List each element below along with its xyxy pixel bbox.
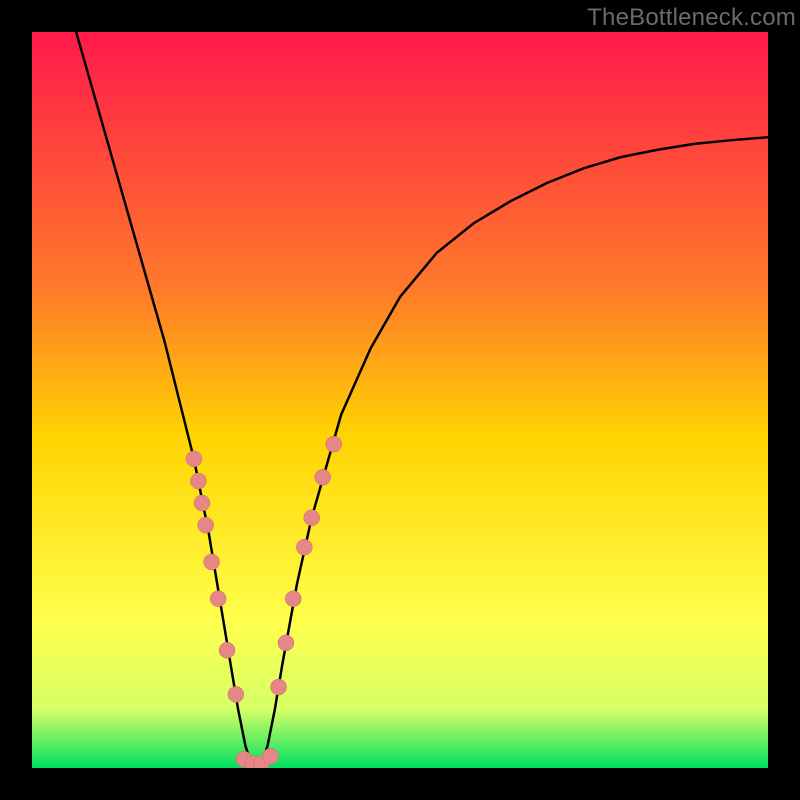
data-dot (262, 748, 278, 764)
data-dot (304, 510, 320, 526)
data-dot (204, 554, 220, 570)
data-dot (186, 451, 202, 467)
data-dot (326, 436, 342, 452)
data-dot (315, 469, 331, 485)
plot-area (32, 32, 768, 768)
data-dot (194, 495, 210, 511)
data-dot (198, 517, 214, 533)
data-dot (296, 539, 312, 555)
chart-frame: TheBottleneck.com (0, 0, 800, 800)
data-dot (210, 591, 226, 607)
data-dot (271, 679, 287, 695)
data-dot (190, 473, 206, 489)
data-dot (219, 642, 235, 658)
data-dot (228, 686, 244, 702)
watermark-text: TheBottleneck.com (587, 4, 796, 32)
data-dot (285, 591, 301, 607)
data-dot (278, 635, 294, 651)
gradient-background (32, 32, 768, 768)
plot-svg (32, 32, 768, 768)
